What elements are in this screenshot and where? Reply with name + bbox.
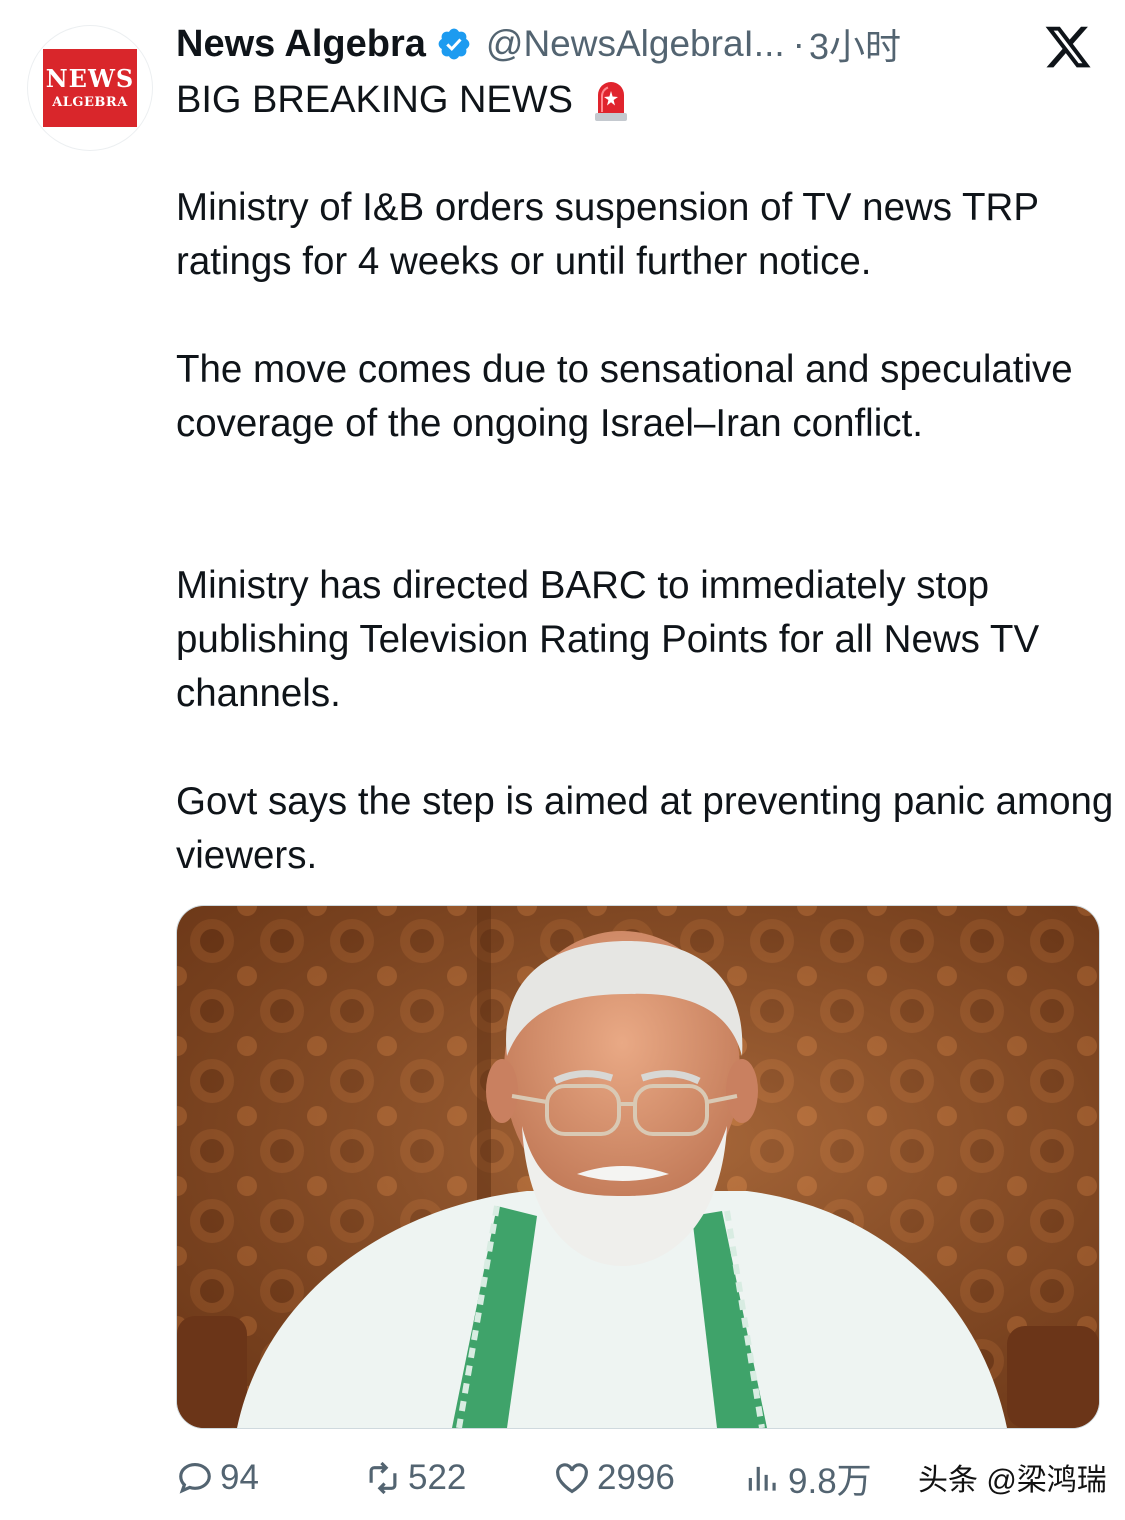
views-button[interactable]: 9.8万	[744, 1450, 872, 1506]
reply-count: 94	[220, 1458, 259, 1497]
repost-button[interactable]: 522	[364, 1450, 466, 1506]
tweet-headline: BIG BREAKING NEWS	[176, 74, 633, 126]
tweet-header: News Algebra @NewsAlgebraI... · 3小时	[176, 18, 901, 70]
reply-button[interactable]: 94	[176, 1450, 259, 1506]
logo-text-news: NEWS	[45, 64, 135, 93]
tweet-timestamp[interactable]: 3小时	[809, 18, 901, 70]
author-avatar[interactable]: NEWS ALGEBRA	[28, 26, 152, 150]
separator-dot: ·	[792, 23, 805, 64]
like-button[interactable]: 2996	[553, 1450, 675, 1506]
views-count: 9.8万	[788, 1461, 872, 1501]
platform-watermark: 头条 @梁鸿瑞	[918, 1464, 1107, 1497]
verified-badge-icon	[438, 28, 470, 60]
photo-illustration	[177, 906, 1099, 1428]
siren-icon	[594, 82, 627, 121]
repost-count: 522	[408, 1458, 467, 1497]
news-algebra-logo: NEWS ALGEBRA	[43, 49, 137, 127]
author-display-name[interactable]: News Algebra	[176, 23, 426, 66]
repost-icon	[369, 1461, 397, 1495]
tweet-paragraph-3: Ministry has directed BARC to immediatel…	[176, 564, 1040, 715]
reply-icon	[179, 1462, 211, 1494]
x-logo-icon[interactable]	[1043, 22, 1093, 72]
headline-text: BIG BREAKING NEWS	[176, 78, 573, 121]
tweet-photo[interactable]	[176, 905, 1100, 1429]
tweet-paragraph-1: Ministry of I&B orders suspension of TV …	[176, 186, 1039, 283]
views-chart-icon	[748, 1466, 776, 1491]
logo-text-algebra: ALGEBRA	[52, 95, 128, 110]
tweet-paragraph-2: The move comes due to sensational and sp…	[176, 348, 1073, 445]
like-count: 2996	[597, 1458, 675, 1497]
tweet-paragraph-4: Govt says the step is aimed at preventin…	[176, 780, 1114, 877]
author-handle[interactable]: @NewsAlgebraI...	[486, 23, 785, 65]
heart-icon	[556, 1463, 588, 1494]
